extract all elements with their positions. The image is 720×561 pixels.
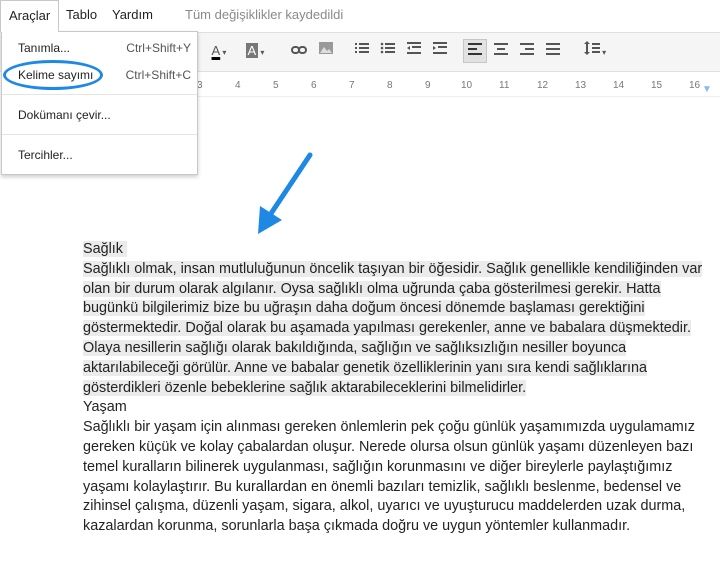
ruler-number: 4: [235, 80, 241, 91]
ruler-number: 8: [387, 80, 393, 91]
ruler-number: 6: [311, 80, 317, 91]
line-spacing-icon: [583, 41, 600, 55]
ruler-number: 10: [461, 80, 473, 91]
ruler-number: 15: [651, 80, 663, 91]
menu-tablo[interactable]: Tablo: [58, 0, 105, 30]
decrease-indent-icon[interactable]: [402, 39, 426, 63]
menu-separator: [2, 134, 197, 135]
ruler-number: 16: [689, 80, 701, 91]
text-color-icon: A: [211, 43, 221, 58]
menu-item-shortcut: Ctrl+Shift+C: [125, 68, 191, 82]
numbered-list-icon[interactable]: [350, 39, 374, 63]
ruler-number: 9: [425, 80, 431, 91]
heading-saglik: Sağlık: [83, 241, 123, 257]
save-status: Tüm değişiklikler kaydedildi: [185, 7, 344, 22]
annotation-circle: [3, 60, 103, 90]
menu-item-translate[interactable]: Dokümanı çevir...: [2, 103, 197, 127]
menu-item-preferences[interactable]: Tercihler...: [2, 143, 197, 167]
document-body[interactable]: Sağlık Sağlıklı olmak, insan mutluluğunu…: [83, 240, 709, 537]
menu-item-label: Tercihler...: [18, 148, 73, 162]
text-color-button[interactable]: A ▾: [204, 39, 234, 63]
menu-araclar[interactable]: Araçlar: [0, 0, 60, 32]
ruler-number: 11: [499, 80, 510, 91]
increase-indent-icon[interactable]: [428, 39, 452, 63]
align-center-icon[interactable]: [489, 39, 513, 63]
highlight-color-button[interactable]: A ▾: [240, 39, 270, 63]
menu-yardim[interactable]: Yardım: [104, 0, 161, 30]
annotation-arrow-icon: [258, 152, 313, 234]
ruler-number: 13: [575, 80, 587, 91]
menu-bar: Araçlar Tablo Yardım Tüm değişiklikler k…: [0, 0, 720, 32]
bullet-list-icon[interactable]: [376, 39, 400, 63]
ruler-number: 7: [349, 80, 355, 91]
menu-item-label: Tanımla...: [18, 41, 71, 55]
paragraph-saglik: Sağlıklı olmak, insan mutluluğunun öncel…: [83, 260, 703, 396]
align-right-icon[interactable]: [515, 39, 539, 63]
menu-item-label: Dokümanı çevir...: [18, 108, 111, 122]
tools-dropdown-menu: Tanımla... Ctrl+Shift+Y Kelime sayımı Ct…: [1, 31, 198, 175]
menu-separator: [2, 94, 197, 95]
highlight-color-icon: A: [245, 43, 259, 58]
ruler-number: 12: [537, 80, 549, 91]
line-spacing-button[interactable]: ▾: [578, 39, 612, 63]
align-justify-icon[interactable]: [541, 39, 565, 63]
ruler[interactable]: 3 4 5 6 7 8 9 10 11 12 13 14 15 16 ▼: [197, 78, 720, 97]
heading-yasam: Yaşam: [83, 399, 127, 416]
menu-item-define[interactable]: Tanımla... Ctrl+Shift+Y: [2, 36, 197, 60]
right-indent-marker-icon[interactable]: ▼: [702, 84, 712, 95]
ruler-number: 5: [273, 80, 279, 91]
align-left-icon[interactable]: [463, 39, 487, 63]
paragraph-yasam: Sağlıklı bir yaşam için alınması gereken…: [83, 419, 695, 535]
image-icon[interactable]: [314, 39, 338, 63]
link-icon[interactable]: [287, 39, 311, 63]
ruler-number: 14: [613, 80, 625, 91]
menu-item-shortcut: Ctrl+Shift+Y: [126, 41, 191, 55]
